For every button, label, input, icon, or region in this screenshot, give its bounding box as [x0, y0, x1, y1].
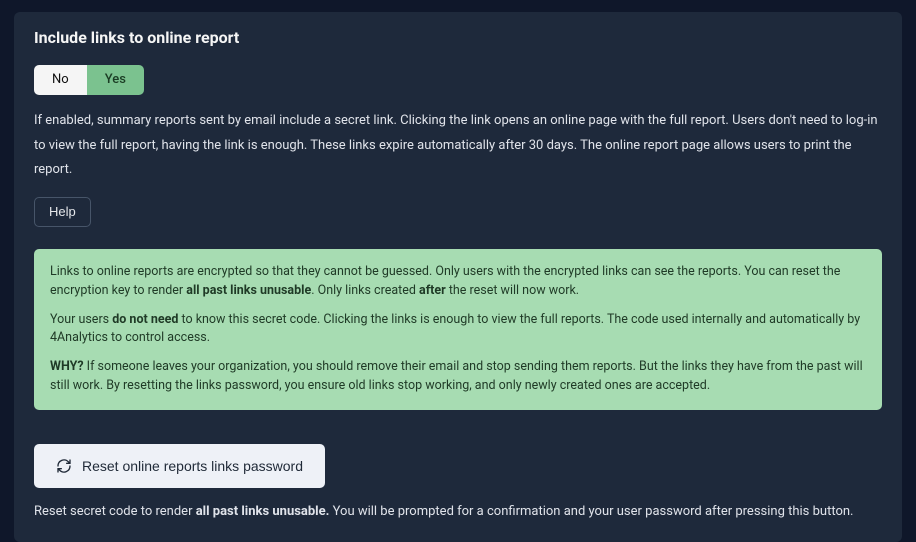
section-title: Include links to online report: [34, 28, 882, 47]
setting-description: If enabled, summary reports sent by emai…: [34, 109, 882, 183]
toggle-no[interactable]: No: [34, 65, 87, 95]
toggle-yes[interactable]: Yes: [87, 65, 144, 95]
include-links-toggle[interactable]: No Yes: [34, 65, 144, 95]
info-paragraph-2: Your users do not need to know this secr…: [50, 311, 866, 349]
info-paragraph-3: WHY? If someone leaves your organization…: [50, 358, 866, 396]
help-button[interactable]: Help: [34, 197, 91, 227]
reset-button-label: Reset online reports links password: [82, 458, 303, 474]
reset-links-password-button[interactable]: Reset online reports links password: [34, 444, 325, 488]
info-paragraph-1: Links to online reports are encrypted so…: [50, 263, 866, 301]
info-box: Links to online reports are encrypted so…: [34, 249, 882, 410]
settings-panel: Include links to online report No Yes If…: [14, 12, 902, 542]
refresh-icon: [56, 458, 72, 474]
reset-description: Reset secret code to render all past lin…: [34, 502, 882, 523]
